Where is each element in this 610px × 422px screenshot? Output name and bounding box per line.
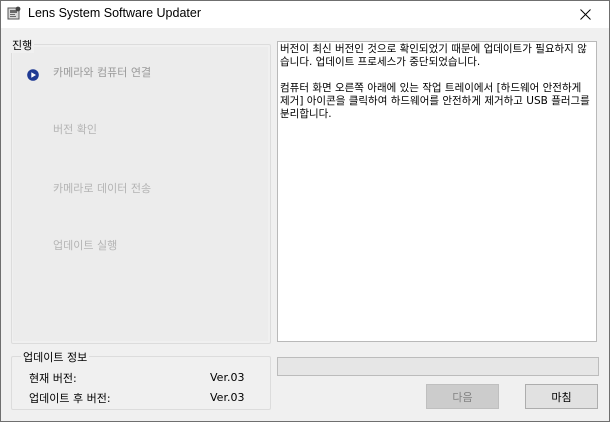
update-info-legend: 업데이트 정보 — [21, 349, 90, 365]
step-connect-camera: 카메라와 컴퓨터 연결 — [53, 66, 152, 79]
after-update-version-label: 업데이트 후 버전: — [29, 392, 111, 405]
updater-app-icon — [7, 6, 21, 21]
finish-button[interactable]: 마침 — [525, 384, 598, 409]
updater-window: Lens System Software Updater 진행 카메라와 컴퓨터… — [0, 0, 610, 422]
step-run-update: 업데이트 실행 — [53, 239, 118, 252]
current-version-label: 현재 버전: — [29, 372, 77, 385]
after-update-version-value: Ver.03 — [210, 391, 245, 404]
progress-group-legend: 진행 — [10, 37, 35, 53]
close-icon — [580, 9, 591, 20]
message-textbox[interactable]: 버전이 최신 버전인 것으로 확인되었기 때문에 업데이트가 필요하지 않습니다… — [277, 41, 597, 342]
update-progress-bar — [277, 357, 599, 376]
next-button[interactable]: 다음 — [426, 384, 499, 409]
step-transfer-data: 카메라로 데이터 전송 — [53, 182, 152, 195]
current-version-value: Ver.03 — [210, 371, 245, 384]
play-icon — [27, 66, 39, 85]
window-title: Lens System Software Updater — [28, 6, 201, 20]
step-check-version: 버전 확인 — [53, 123, 97, 136]
close-button[interactable] — [563, 1, 609, 28]
title-bar[interactable]: Lens System Software Updater — [1, 1, 609, 28]
